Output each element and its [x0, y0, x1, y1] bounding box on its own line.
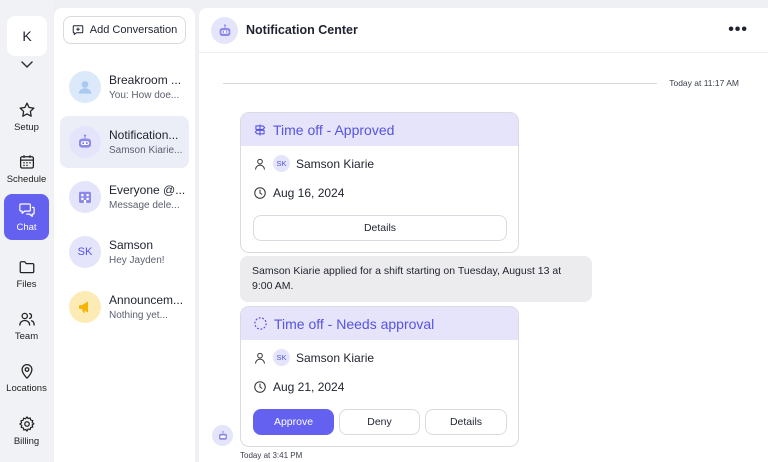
- time-off-approved-card: Time off - Approved SK Samson Kiarie Aug…: [240, 112, 519, 253]
- time-off-needs-approval-card: Time off - Needs approval SK Samson Kiar…: [240, 306, 519, 447]
- person-name: Samson Kiarie: [296, 156, 375, 171]
- conversation-name: Notification...: [109, 128, 179, 142]
- calendar-icon: [19, 155, 34, 169]
- chat-title: Notification Center: [246, 23, 358, 37]
- chat-icon: [18, 203, 35, 217]
- divider-timestamp: Today at 11:17 AM: [669, 78, 739, 88]
- conversation-preview: You: How doe...: [109, 90, 180, 101]
- person-name: Samson Kiarie: [296, 350, 375, 365]
- card-person-row: SK Samson Kiarie: [241, 149, 518, 178]
- nav-item-billing[interactable]: Billing: [4, 408, 49, 454]
- team-icon: [18, 312, 35, 326]
- nav-item-label: Setup: [14, 122, 39, 133]
- conversation-item-everyone[interactable]: Everyone @... Message dele...: [60, 171, 189, 223]
- nav-item-label: Chat: [16, 222, 37, 233]
- conversation-preview: Hey Jayden!: [109, 255, 165, 266]
- conversation-name: Samson: [109, 238, 154, 252]
- pending-icon: [254, 317, 267, 330]
- chat-header: Notification Center •••: [199, 8, 768, 53]
- add-conversation-label: Add Conversation: [89, 24, 178, 36]
- conversation-preview: Samson Kiarie...: [109, 145, 183, 156]
- nav-item-label: Locations: [6, 383, 47, 394]
- conversation-item-samson[interactable]: SK Samson Hey Jayden!: [60, 226, 189, 278]
- nav-item-team[interactable]: Team: [4, 303, 49, 349]
- date-divider: [223, 83, 657, 84]
- nav-item-setup[interactable]: Setup: [4, 94, 49, 140]
- nav-item-label: Files: [16, 279, 37, 290]
- add-chat-icon: [72, 25, 84, 35]
- conversation-preview: Message dele...: [109, 200, 180, 211]
- nav-item-files[interactable]: Files: [4, 251, 49, 297]
- card-date: Aug 16, 2024: [273, 185, 345, 200]
- workspace-badge[interactable]: K: [7, 16, 47, 56]
- chat-panel: Notification Center ••• Today at 11:17 A…: [199, 8, 768, 462]
- system-message: Samson Kiarie applied for a shift starti…: [240, 256, 592, 302]
- chevron-down-icon[interactable]: [19, 58, 35, 72]
- card-date-row: Aug 16, 2024: [241, 178, 518, 207]
- card-date: Aug 21, 2024: [273, 379, 345, 394]
- conversation-list: Add Conversation Breakroom ... You: How …: [54, 8, 195, 462]
- location-pin-icon: [20, 364, 33, 379]
- more-options-icon[interactable]: •••: [728, 21, 748, 39]
- add-conversation-button[interactable]: Add Conversation: [63, 16, 186, 44]
- message-timestamp: Today at 3:41 PM: [240, 451, 303, 460]
- conversation-name: Everyone @...: [109, 183, 186, 197]
- card-header: Time off - Approved: [241, 113, 518, 146]
- conversation-name: Announcem...: [109, 293, 184, 307]
- nav-item-label: Billing: [13, 436, 40, 447]
- conversation-name: Breakroom ...: [109, 73, 182, 87]
- conversation-preview: Nothing yet...: [109, 310, 168, 321]
- clock-icon: [254, 380, 266, 393]
- avatar: SK: [273, 155, 290, 172]
- conversation-item-notification-center[interactable]: Notification... Samson Kiarie...: [60, 116, 189, 168]
- clock-icon: [254, 186, 266, 199]
- building-icon: [69, 181, 101, 213]
- bot-icon: [69, 126, 101, 158]
- nav-item-schedule[interactable]: Schedule: [4, 146, 49, 192]
- conversation-item-breakroom[interactable]: Breakroom ... You: How doe...: [60, 61, 189, 113]
- nav-item-label: Team: [14, 331, 39, 342]
- person-icon: [255, 352, 265, 364]
- conversation-item-announcements[interactable]: Announcem... Nothing yet...: [60, 281, 189, 333]
- megaphone-icon: [69, 291, 101, 323]
- card-header: Time off - Needs approval: [241, 307, 518, 340]
- star-icon: [19, 102, 34, 117]
- nav-item-chat[interactable]: Chat: [4, 194, 49, 240]
- bot-icon: [211, 17, 238, 44]
- card-date-row: Aug 21, 2024: [241, 372, 518, 401]
- gear-icon: [18, 416, 34, 432]
- person-icon: [255, 158, 265, 170]
- person-avatar-icon: [69, 71, 101, 103]
- left-rail: K Setup Schedule Chat Files Team Locatio…: [0, 0, 53, 462]
- bot-icon: [212, 425, 233, 446]
- nav-item-label: Schedule: [6, 174, 47, 185]
- card-title: Time off - Needs approval: [274, 315, 435, 332]
- nav-item-locations[interactable]: Locations: [4, 355, 49, 401]
- details-button[interactable]: Details: [425, 409, 507, 435]
- signpost-icon: [254, 123, 266, 136]
- approve-button[interactable]: Approve: [253, 409, 334, 435]
- avatar: SK: [273, 349, 290, 366]
- card-person-row: SK Samson Kiarie: [241, 343, 518, 372]
- folder-icon: [19, 261, 34, 274]
- card-title: Time off - Approved: [273, 121, 395, 138]
- deny-button[interactable]: Deny: [339, 409, 420, 435]
- avatar: SK: [69, 236, 101, 268]
- details-button[interactable]: Details: [253, 215, 507, 241]
